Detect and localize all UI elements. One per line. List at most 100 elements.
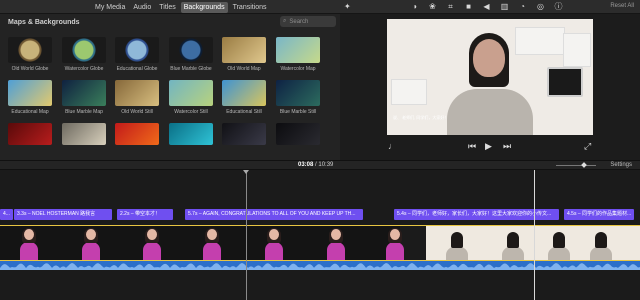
- background-thumbnail[interactable]: [8, 80, 52, 106]
- bookshelf: [515, 27, 565, 55]
- search-placeholder: Search: [289, 18, 309, 25]
- clip-filter-icon[interactable]: ◎: [536, 2, 545, 11]
- clip-thumbnail-person: [327, 228, 345, 260]
- skimmer-line: [246, 170, 247, 300]
- title-clip[interactable]: 4...: [0, 209, 13, 220]
- timeline-header: 03:08 / 10:39 Settings: [0, 160, 640, 170]
- microphone-icon[interactable]: ♩: [388, 141, 397, 151]
- title-clip[interactable]: 5.7s – AGAIN, CONGRATULATIONS TO ALL OF …: [185, 209, 363, 220]
- clip-thumbnail-person: [446, 232, 468, 260]
- background-thumbnail[interactable]: [169, 80, 213, 106]
- reset-all-button[interactable]: Reset All: [610, 3, 634, 9]
- background-thumbnail[interactable]: [115, 123, 159, 145]
- clip-thumbnail-person: [265, 228, 283, 260]
- speed-icon[interactable]: ◔: [518, 2, 527, 11]
- background-thumbnail[interactable]: [222, 80, 266, 106]
- background-thumbnail[interactable]: [62, 80, 106, 106]
- total-time: 10:39: [318, 162, 334, 168]
- title-clip[interactable]: 3.3s – NOEL HOSTERMAN 路我言: [14, 209, 112, 220]
- playhead[interactable]: [534, 170, 535, 300]
- settings-button[interactable]: Settings: [610, 162, 632, 168]
- video-preview[interactable]: 说、 老师们, 同学们，大家好！: [387, 19, 593, 135]
- time-separator: /: [315, 162, 317, 168]
- clip-thumbnail-person: [548, 232, 570, 260]
- zoom-slider-knob[interactable]: [581, 162, 587, 168]
- search-icon: ⌕: [283, 18, 287, 24]
- background-thumbnail-label: Watercolor Still: [174, 109, 208, 115]
- timecode: 03:08 / 10:39: [298, 162, 333, 168]
- play-icon[interactable]: ▶: [485, 141, 492, 151]
- background-thumbnail-label: Watercolor Map: [280, 66, 316, 72]
- clip-thumbnail-person: [143, 228, 161, 260]
- video-clip-room[interactable]: [426, 226, 640, 260]
- media-tabs: My Media Audio Titles Backgrounds Transi…: [92, 2, 270, 13]
- clip-thumbnail-person: [203, 228, 221, 260]
- background-thumbnail[interactable]: [276, 123, 320, 145]
- tab-transitions[interactable]: Transitions: [230, 2, 270, 13]
- crop-icon[interactable]: ⌗: [446, 2, 455, 11]
- clip-thumbnail-person: [82, 228, 100, 260]
- background-thumbnail-label: Educational Globe: [116, 66, 158, 72]
- background-thumbnail[interactable]: [62, 123, 106, 145]
- current-time: 03:08: [298, 162, 314, 168]
- background-thumbnail-label: Blue Marble Still: [279, 109, 317, 115]
- background-thumbnail[interactable]: [276, 80, 320, 106]
- bookshelf-right: [563, 33, 591, 67]
- computer-monitor: [547, 67, 583, 97]
- timeline: 4... 3.3s – NOEL HOSTERMAN 路我言 2.2s – 带空本才…: [0, 170, 640, 300]
- browser-title: Maps & Backgrounds: [8, 19, 80, 26]
- background-thumbnail-label: Blue Marble Map: [65, 109, 103, 115]
- tab-titles[interactable]: Titles: [156, 2, 178, 13]
- skip-back-icon[interactable]: ⏮: [468, 141, 476, 151]
- skip-forward-icon[interactable]: ⏭: [503, 141, 511, 151]
- background-thumbnail-label: Educational Still: [226, 109, 262, 115]
- fullscreen-icon[interactable]: ⤢: [584, 141, 591, 151]
- search-field[interactable]: ⌕ Search: [280, 16, 336, 27]
- background-thumbnail[interactable]: [115, 80, 159, 106]
- background-thumbnail[interactable]: [222, 123, 266, 145]
- tab-my-media[interactable]: My Media: [92, 2, 128, 13]
- side-shelf: [391, 79, 427, 105]
- background-thumbnail[interactable]: [115, 37, 159, 63]
- background-thumbnail[interactable]: [62, 37, 106, 63]
- background-thumbnail[interactable]: [169, 123, 213, 145]
- background-thumbnail-label: Old World Map: [227, 66, 261, 72]
- person-sweater: [447, 89, 533, 135]
- background-thumbnail-label: Old World Globe: [11, 66, 49, 72]
- viewer-adjustment-tools: ◑ ❀ ⌗ ■ ◀ ▥ ◔ ◎ ⓘ: [410, 2, 563, 11]
- background-thumbnail[interactable]: [222, 37, 266, 63]
- tab-backgrounds[interactable]: Backgrounds: [180, 2, 228, 13]
- noise-reduction-icon[interactable]: ▥: [500, 2, 509, 11]
- tab-audio[interactable]: Audio: [130, 2, 154, 13]
- audio-waveform: [0, 263, 640, 270]
- clip-thumbnail-person: [386, 228, 404, 260]
- clip-thumbnail-person: [20, 228, 38, 260]
- top-toolbar: My Media Audio Titles Backgrounds Transi…: [0, 0, 640, 14]
- color-correction-icon[interactable]: ❀: [428, 2, 437, 11]
- background-thumbnail[interactable]: [169, 37, 213, 63]
- title-clip[interactable]: 2.2s – 带空本才！: [117, 209, 173, 220]
- content-browser: Maps & Backgrounds ⌕ Search Old World Gl…: [0, 14, 340, 160]
- background-thumbnail-label: Blue Marble Globe: [170, 66, 212, 72]
- person-face: [473, 39, 505, 77]
- zoom-slider-track[interactable]: [556, 165, 596, 166]
- clip-thumbnail-person: [590, 232, 612, 260]
- subtitle-text: 说、 老师们, 同学们，大家好！: [393, 115, 449, 120]
- magic-wand-icon[interactable]: ✦: [344, 2, 351, 11]
- info-icon[interactable]: ⓘ: [554, 2, 563, 11]
- color-balance-icon[interactable]: ◑: [410, 2, 419, 11]
- background-thumbnail-label: Educational Map: [11, 109, 49, 115]
- volume-icon[interactable]: ◀: [482, 2, 491, 11]
- clip-thumbnail-person: [502, 232, 524, 260]
- background-thumbnail[interactable]: [276, 37, 320, 63]
- background-thumbnail[interactable]: [8, 37, 52, 63]
- title-clip[interactable]: 4.5s – 同学们的作品集题材...: [564, 209, 634, 220]
- titles-track: 4... 3.3s – NOEL HOSTERMAN 路我言 2.2s – 带空本才…: [0, 209, 640, 220]
- stabilization-icon[interactable]: ■: [464, 2, 473, 11]
- background-thumbnail-label: Old World Still: [121, 109, 153, 115]
- background-thumbnail[interactable]: [8, 123, 52, 145]
- audio-track[interactable]: [0, 261, 640, 270]
- playback-controls: ♩ ⏮ ▶ ⏭ ⤢: [340, 139, 640, 155]
- video-track: [0, 225, 640, 261]
- background-thumbnail-label: Watercolor Globe: [64, 66, 104, 72]
